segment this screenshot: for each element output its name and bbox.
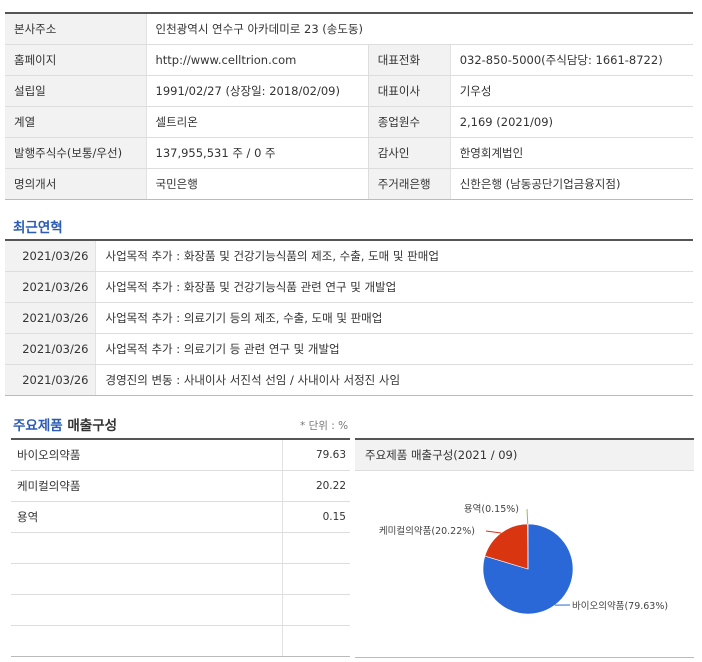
company-info-table: 본사주소 인천광역시 연수구 아카데미로 23 (송도동) 홈페이지 http:… — [5, 12, 693, 200]
product-row-empty — [11, 532, 350, 564]
info-label: 주거래은행 — [367, 168, 451, 200]
history-date: 2021/03/26 — [5, 333, 95, 365]
info-row-established: 설립일 1991/02/27 (상장일: 2018/02/09) 대표이사 기우… — [5, 75, 693, 107]
info-row-address: 본사주소 인천광역시 연수구 아카데미로 23 (송도동) — [5, 13, 693, 45]
product-name: 용역 — [11, 501, 282, 533]
unit-note: * 단위 : % — [300, 420, 349, 432]
product-name: 케미컬의약품 — [11, 470, 282, 502]
history-date: 2021/03/26 — [5, 240, 95, 272]
info-row-transfer-agent: 명의개서 국민은행 주거래은행 신한은행 (남동공단기업금융지점) — [5, 168, 693, 200]
history-text: 경영진의 변동 : 사내이사 서진석 선임 / 사내이사 서정진 사임 — [94, 364, 693, 396]
homepage-link[interactable]: http://www.celltrion.com — [145, 44, 369, 76]
history-row: 2021/03/26 사업목적 추가 : 의료기기 등의 제조, 수출, 도매 … — [5, 302, 693, 334]
chart-title: 주요제품 매출구성(2021 / 09) — [355, 440, 694, 471]
product-value — [281, 563, 350, 595]
info-label: 발행주식수(보통/우선) — [5, 137, 146, 169]
history-row: 2021/03/26 사업목적 추가 : 의료기기 등 관련 연구 및 개발업 — [5, 333, 693, 365]
info-label: 대표이사 — [367, 75, 451, 107]
info-value: 1991/02/27 (상장일: 2018/02/09) — [145, 75, 369, 107]
pie-label-1: 바이오의약품(79.63%) — [572, 600, 668, 612]
sales-chart-panel: 주요제품 매출구성(2021 / 09) 바이오의약품(79.63%) 케미컬의약… — [355, 438, 694, 658]
info-label: 명의개서 — [5, 168, 146, 200]
product-name — [11, 594, 282, 626]
product-name — [11, 625, 282, 657]
pie-chart: 바이오의약품(79.63%) 케미컬의약품(20.22%) 용역(0.15%) — [379, 504, 668, 615]
info-value: 인천광역시 연수구 아카데미로 23 (송도동) — [145, 13, 693, 45]
product-row: 용역 0.15 — [11, 501, 350, 533]
product-name: 바이오의약품 — [11, 439, 282, 471]
info-label: 계열 — [5, 106, 146, 138]
history-table: 2021/03/26 사업목적 추가 : 화장품 및 건강기능식품의 제조, 수… — [5, 239, 693, 396]
history-date: 2021/03/26 — [5, 271, 95, 303]
products-title-rest: 매출구성 — [67, 418, 118, 434]
info-value: 한영회계법인 — [449, 137, 693, 169]
product-name — [11, 532, 282, 564]
pie-label-2: 케미컬의약품(20.22%) — [379, 525, 475, 537]
product-value: 0.15 — [281, 501, 350, 533]
info-value: 국민은행 — [145, 168, 369, 200]
info-value: 032-850-5000(주식담당: 1661-8722) — [449, 44, 693, 76]
pie-leader-line-3 — [526, 508, 529, 525]
product-row: 바이오의약품 79.63 — [11, 439, 350, 471]
info-label: 종업원수 — [367, 106, 451, 138]
products-table: 바이오의약품 79.63 케미컬의약품 20.22 용역 0.15 — [11, 438, 350, 657]
info-value: 기우성 — [449, 75, 693, 107]
product-row: 케미컬의약품 20.22 — [11, 470, 350, 502]
history-date: 2021/03/26 — [5, 364, 95, 396]
info-label: 감사인 — [367, 137, 451, 169]
info-value: 137,955,531 주 / 0 주 — [145, 137, 369, 169]
history-row: 2021/03/26 사업목적 추가 : 화장품 및 건강기능식품의 제조, 수… — [5, 240, 693, 272]
pie-label-3: 용역(0.15%) — [464, 504, 519, 515]
product-value: 20.22 — [281, 470, 350, 502]
history-text: 사업목적 추가 : 의료기기 등의 제조, 수출, 도매 및 판매업 — [94, 302, 693, 334]
info-label: 설립일 — [5, 75, 146, 107]
history-date: 2021/03/26 — [5, 302, 95, 334]
product-row-empty — [11, 563, 350, 595]
info-value: 신한은행 (남동공단기업금융지점) — [449, 168, 693, 200]
product-value — [281, 594, 350, 626]
history-text: 사업목적 추가 : 화장품 및 건강기능식품의 제조, 수출, 도매 및 판매업 — [94, 240, 693, 272]
product-value: 79.63 — [281, 439, 350, 471]
info-row-group: 계열 셀트리온 종업원수 2,169 (2021/09) — [5, 106, 693, 138]
product-name — [11, 563, 282, 595]
info-value: 셀트리온 — [145, 106, 369, 138]
history-text: 사업목적 추가 : 화장품 및 건강기능식품 관련 연구 및 개발업 — [94, 271, 693, 303]
products-title: 주요제품 매출구성 — [13, 414, 117, 434]
info-label: 홈페이지 — [5, 44, 146, 76]
history-row: 2021/03/26 경영진의 변동 : 사내이사 서진석 선임 / 사내이사 … — [5, 364, 693, 396]
info-label: 본사주소 — [5, 13, 146, 45]
product-value — [281, 625, 350, 657]
product-value — [281, 532, 350, 564]
pie-leader-line-2 — [485, 530, 502, 534]
info-label: 대표전화 — [367, 44, 451, 76]
info-row-homepage: 홈페이지 http://www.celltrion.com 대표전화 032-8… — [5, 44, 693, 76]
info-row-shares: 발행주식수(보통/우선) 137,955,531 주 / 0 주 감사인 한영회… — [5, 137, 693, 169]
history-title: 최근연혁 — [13, 220, 63, 236]
info-value: 2,169 (2021/09) — [449, 106, 693, 138]
history-text: 사업목적 추가 : 의료기기 등 관련 연구 및 개발업 — [94, 333, 693, 365]
product-row-empty — [11, 625, 350, 657]
products-title-highlight: 주요제품 — [13, 418, 63, 434]
product-row-empty — [11, 594, 350, 626]
history-row: 2021/03/26 사업목적 추가 : 화장품 및 건강기능식품 관련 연구 … — [5, 271, 693, 303]
